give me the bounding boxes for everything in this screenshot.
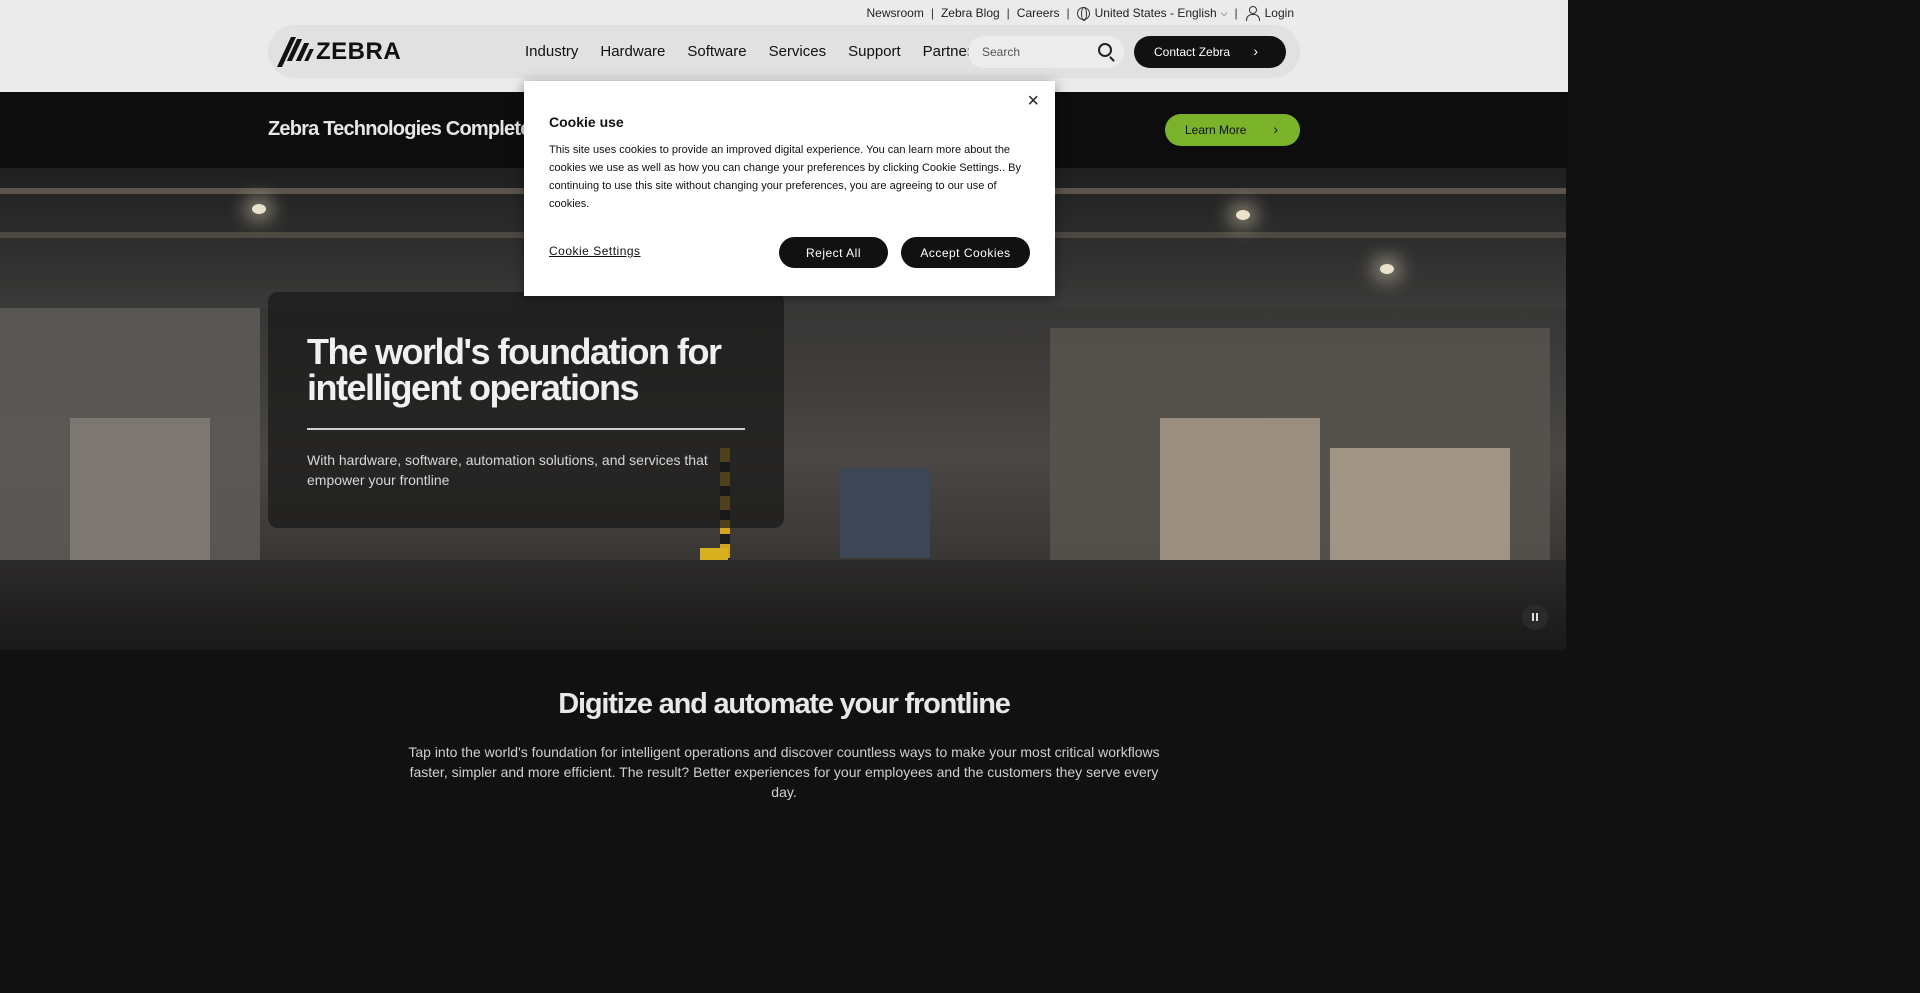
nav-software[interactable]: Software bbox=[687, 43, 746, 60]
globe-icon bbox=[1076, 6, 1090, 21]
region-selector[interactable]: United States - English bbox=[1095, 6, 1217, 20]
primary-menu: Industry Hardware Software Services Supp… bbox=[525, 43, 1001, 60]
zebra-blog-link[interactable]: Zebra Blog bbox=[941, 6, 1000, 20]
logo-wordmark: ZEBRA bbox=[316, 38, 402, 65]
ceiling-light bbox=[1380, 264, 1394, 274]
newsroom-link[interactable]: Newsroom bbox=[866, 6, 923, 20]
divider: | bbox=[930, 6, 934, 20]
utility-bar: Newsroom | Zebra Blog | Careers | United… bbox=[866, 5, 1294, 21]
nav-hardware[interactable]: Hardware bbox=[600, 43, 665, 60]
close-icon[interactable]: × bbox=[1027, 91, 1039, 111]
hero-divider bbox=[307, 428, 745, 430]
cookie-dialog: × Cookie use This site uses cookies to p… bbox=[524, 81, 1055, 296]
warehouse-floor bbox=[0, 560, 1566, 650]
reject-all-button[interactable]: Reject All bbox=[779, 237, 888, 268]
search-icon[interactable] bbox=[1098, 43, 1112, 57]
chevron-right-icon: › bbox=[1253, 43, 1258, 59]
nav-services[interactable]: Services bbox=[769, 43, 827, 60]
search-input[interactable] bbox=[982, 45, 1092, 59]
pallet-boxes bbox=[1330, 448, 1510, 568]
hero-heading: The world's foundation for intelligent o… bbox=[307, 331, 722, 408]
nav-support[interactable]: Support bbox=[848, 43, 901, 60]
announcement-title: Zebra Technologies Completes Acquisition bbox=[268, 118, 524, 140]
ceiling-light bbox=[252, 204, 266, 214]
contact-zebra-button[interactable]: Contact Zebra › bbox=[1134, 36, 1286, 68]
cookie-description: This site uses cookies to provide an imp… bbox=[549, 144, 1022, 210]
careers-link[interactable]: Careers bbox=[1017, 6, 1060, 20]
zebra-logo[interactable]: ZEBRA bbox=[277, 35, 402, 69]
learn-more-button[interactable]: Learn More › bbox=[1165, 114, 1300, 146]
chevron-right-icon: › bbox=[1273, 121, 1278, 137]
divider: | bbox=[1066, 6, 1070, 20]
user-icon bbox=[1245, 6, 1260, 21]
hero-text-card bbox=[268, 292, 784, 528]
section-text: Tap into the world's foundation for inte… bbox=[408, 744, 1160, 800]
pallet-boxes bbox=[1160, 418, 1320, 568]
accept-cookies-button[interactable]: Accept Cookies bbox=[901, 237, 1030, 268]
learn-more-label: Learn More bbox=[1185, 123, 1247, 137]
site-header: Newsroom | Zebra Blog | Careers | United… bbox=[0, 0, 1568, 92]
divider: | bbox=[1006, 6, 1010, 20]
search-box bbox=[968, 36, 1124, 68]
pallet-boxes bbox=[70, 418, 210, 568]
zebra-head-icon bbox=[277, 35, 314, 69]
pause-icon[interactable] bbox=[1522, 604, 1548, 630]
cookie-settings-link[interactable]: Cookie Settings bbox=[549, 244, 641, 258]
digitize-section: Digitize and automate your frontline Tap… bbox=[0, 650, 1568, 811]
hero-subtext: With hardware, software, automation solu… bbox=[307, 452, 708, 488]
section-heading: Digitize and automate your frontline bbox=[558, 688, 1011, 720]
main-nav: ZEBRA Industry Hardware Software Service… bbox=[268, 25, 1300, 78]
nav-industry[interactable]: Industry bbox=[525, 43, 578, 60]
cookie-title: Cookie use bbox=[549, 114, 624, 130]
contact-label: Contact Zebra bbox=[1154, 45, 1231, 59]
chevron-down-icon[interactable]: ⌵ bbox=[1221, 8, 1228, 19]
forklift bbox=[840, 468, 930, 558]
login-link[interactable]: Login bbox=[1265, 6, 1294, 20]
ceiling-light bbox=[1236, 210, 1250, 220]
divider: | bbox=[1234, 6, 1238, 20]
